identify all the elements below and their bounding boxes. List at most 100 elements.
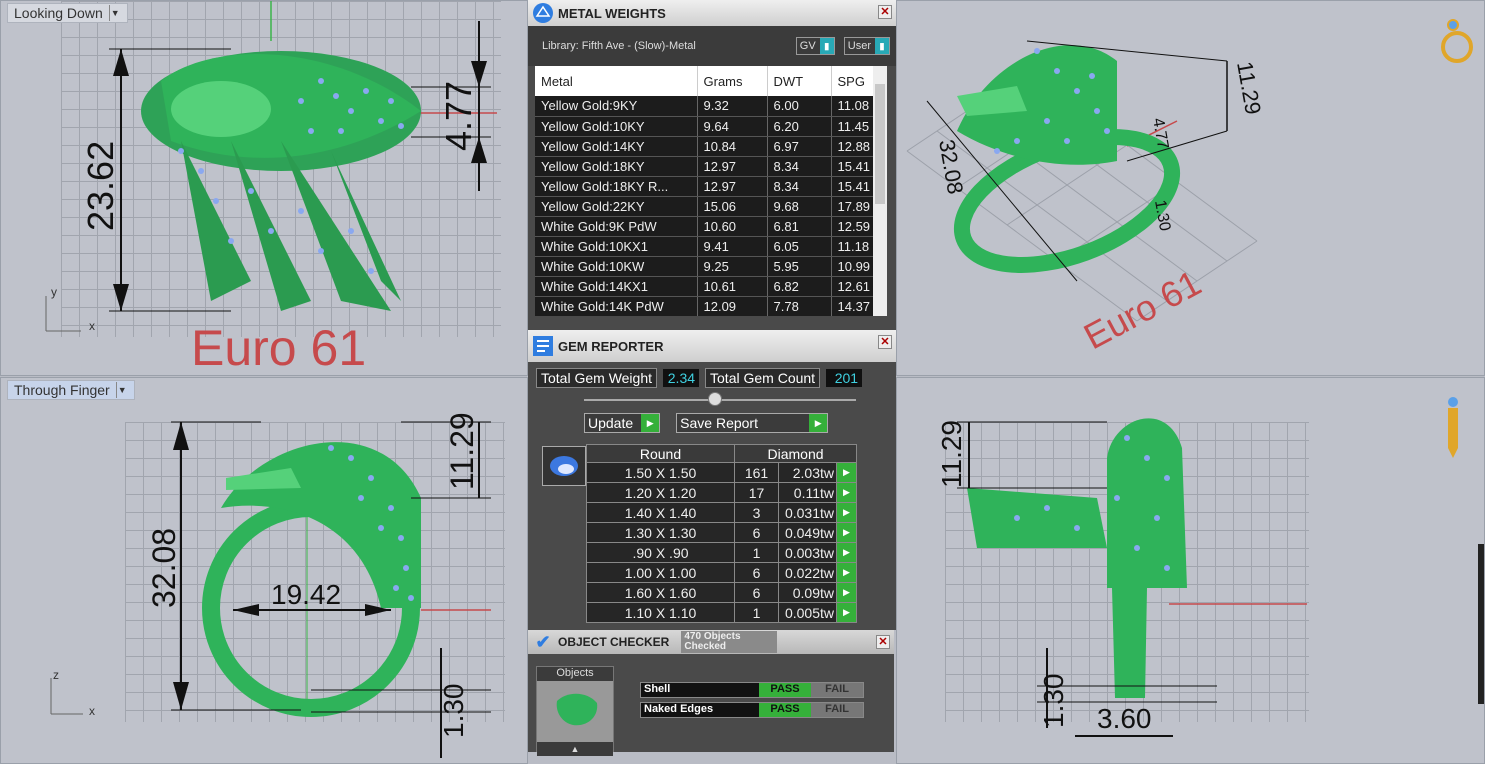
panel-header: ✔ OBJECT CHECKER 470 Objects Checked ✕: [528, 630, 894, 654]
column-header[interactable]: Metal: [535, 66, 698, 96]
table-scrollbar[interactable]: [873, 66, 887, 316]
scrollbar[interactable]: [1478, 544, 1484, 704]
gem-row[interactable]: 1.50 X 1.50 161 2.03tw ▶: [586, 462, 857, 483]
total-weight-label: Total Gem Weight: [536, 368, 658, 388]
fail-badge: FAIL: [811, 683, 863, 697]
play-icon[interactable]: ▶: [836, 542, 857, 563]
table-row[interactable]: Yellow Gold:10KY 9.64 6.20 11.45: [535, 116, 874, 137]
gem-row[interactable]: .90 X .90 1 0.003tw ▶: [586, 542, 857, 563]
table-row[interactable]: White Gold:14K PdW 12.09 7.78 14.37: [535, 296, 874, 316]
scale-icon: [528, 0, 558, 26]
check-shell[interactable]: Shell PASS FAIL: [640, 682, 864, 698]
close-icon[interactable]: ✕: [878, 5, 892, 19]
gem-row[interactable]: 1.40 X 1.40 3 0.031tw ▶: [586, 502, 857, 523]
euro-size-label: Euro 61: [191, 320, 367, 376]
gem-size: .90 X .90: [586, 542, 735, 563]
table-cell: 15.41: [831, 156, 874, 177]
column-header[interactable]: SPG: [831, 66, 874, 96]
gem-count: 6: [734, 582, 779, 603]
play-icon[interactable]: ▶: [836, 522, 857, 543]
objects-preview[interactable]: Objects ▲: [536, 666, 614, 756]
gv-label: GV: [799, 40, 816, 52]
play-icon[interactable]: ▶: [836, 462, 857, 483]
gem-size: 1.40 X 1.40: [586, 502, 735, 523]
save-report-button[interactable]: Save Report ▶: [676, 413, 829, 433]
table-cell: 6.20: [767, 116, 832, 137]
table-cell: 10.60: [697, 216, 768, 237]
gem-count: 1: [734, 542, 779, 563]
gem-weight: 0.005tw: [778, 602, 837, 623]
scroll-thumb[interactable]: [875, 84, 885, 204]
gem-count: 17: [734, 482, 779, 503]
table-row[interactable]: Yellow Gold:18KY R... 12.97 8.34 15.41: [535, 176, 874, 197]
play-icon[interactable]: ▶: [836, 482, 857, 503]
gem-size: 1.30 X 1.30: [586, 522, 735, 543]
play-icon[interactable]: ▶: [836, 602, 857, 623]
update-button[interactable]: Update ▶: [584, 413, 661, 433]
axis-z-label: z: [53, 668, 59, 682]
gem-row[interactable]: 1.00 X 1.00 6 0.022tw ▶: [586, 562, 857, 583]
gem-weight: 0.09tw: [778, 582, 837, 603]
table-row[interactable]: White Gold:9K PdW 10.60 6.81 12.59: [535, 216, 874, 237]
gv-toggle[interactable]: GV ▮: [795, 37, 835, 55]
play-icon[interactable]: ▶: [836, 502, 857, 523]
table-row[interactable]: White Gold:14KX1 10.61 6.82 12.61: [535, 276, 874, 297]
dim-label: 3.60: [1097, 703, 1152, 734]
gem-row[interactable]: 1.60 X 1.60 6 0.09tw ▶: [586, 582, 857, 603]
table-row[interactable]: White Gold:10KX1 9.41 6.05 11.18: [535, 236, 874, 257]
table-row[interactable]: Yellow Gold:9KY 9.32 6.00 11.08: [535, 96, 874, 117]
gem-table[interactable]: Round Diamond 1.50 X 1.50 161 2.03tw ▶ 1.20…: [586, 444, 857, 623]
column-header[interactable]: DWT: [767, 66, 832, 96]
table-cell: Yellow Gold:22KY: [535, 196, 698, 217]
dim-label: 23.62: [80, 141, 121, 231]
viewport-looking-down[interactable]: Looking Down ▼ 23.62 4.77 y x Euro 61: [0, 0, 528, 376]
fail-badge: FAIL: [811, 703, 863, 717]
gem-row[interactable]: 1.30 X 1.30 6 0.049tw ▶: [586, 522, 857, 543]
pen-icon: [1448, 397, 1458, 458]
table-cell: White Gold:14KX1: [535, 276, 698, 297]
table-cell: 10.84: [697, 136, 768, 157]
table-row[interactable]: Yellow Gold:18KY 12.97 8.34 15.41: [535, 156, 874, 177]
table-cell: 12.88: [831, 136, 874, 157]
play-icon[interactable]: ▶: [836, 562, 857, 583]
panel-header: GEM REPORTER ✕: [528, 330, 896, 362]
table-row[interactable]: Yellow Gold:14KY 10.84 6.97 12.88: [535, 136, 874, 157]
close-icon[interactable]: ✕: [878, 335, 892, 349]
library-label: Library: Fifth Ave - (Slow)-Metal: [542, 40, 696, 52]
chevron-up-icon[interactable]: ▲: [537, 742, 613, 756]
slider-handle[interactable]: [708, 392, 722, 406]
user-toggle[interactable]: User ▮: [843, 37, 890, 55]
gem-totals: Total Gem Weight 2.34 Total Gem Count 20…: [528, 362, 896, 388]
close-icon[interactable]: ✕: [876, 635, 890, 649]
table-cell: 8.34: [767, 156, 832, 177]
gem-shape-icon: [542, 446, 586, 486]
table-cell: Yellow Gold:14KY: [535, 136, 698, 157]
panel-header: METAL WEIGHTS ✕: [528, 0, 896, 26]
gem-slider[interactable]: [528, 388, 896, 410]
metal-table[interactable]: Metal Grams DWT SPG Yellow Gold:9KY 9.32 6…: [535, 66, 887, 316]
gem-row[interactable]: 1.20 X 1.20 17 0.11tw ▶: [586, 482, 857, 503]
user-label: User: [847, 40, 871, 52]
table-cell: 9.32: [697, 96, 768, 117]
table-cell: White Gold:9K PdW: [535, 216, 698, 237]
dim-label: 11.29: [444, 412, 480, 490]
total-count-value: 201: [826, 369, 863, 387]
gem-weight: 2.03tw: [778, 462, 837, 483]
gem-weight: 0.003tw: [778, 542, 837, 563]
play-icon[interactable]: ▶: [836, 582, 857, 603]
check-naked-edges[interactable]: Naked Edges PASS FAIL: [640, 702, 864, 718]
table-cell: 12.09: [697, 296, 768, 316]
ring-model-front: 32.08 11.29 19.42 1.30: [50, 412, 491, 758]
gem-weight: 0.031tw: [778, 502, 837, 523]
table-row[interactable]: White Gold:10KW 9.25 5.95 10.99: [535, 256, 874, 277]
viewport-through-finger[interactable]: Through Finger ▼ 32.08 11.29 19.42 1.30 z…: [0, 377, 528, 764]
table-cell: 11.18: [831, 236, 874, 257]
update-label: Update: [588, 415, 634, 431]
check-name: Naked Edges: [641, 703, 759, 717]
gem-weight: 0.049tw: [778, 522, 837, 543]
column-header[interactable]: Grams: [697, 66, 768, 96]
viewport-side[interactable]: 11.29 1.30 3.60: [896, 377, 1485, 764]
viewport-perspective[interactable]: 11.29 4.77 32.08 1.30 Euro 61: [896, 0, 1485, 376]
gem-row[interactable]: 1.10 X 1.10 1 0.005tw ▶: [586, 602, 857, 623]
table-row[interactable]: Yellow Gold:22KY 15.06 9.68 17.89: [535, 196, 874, 217]
